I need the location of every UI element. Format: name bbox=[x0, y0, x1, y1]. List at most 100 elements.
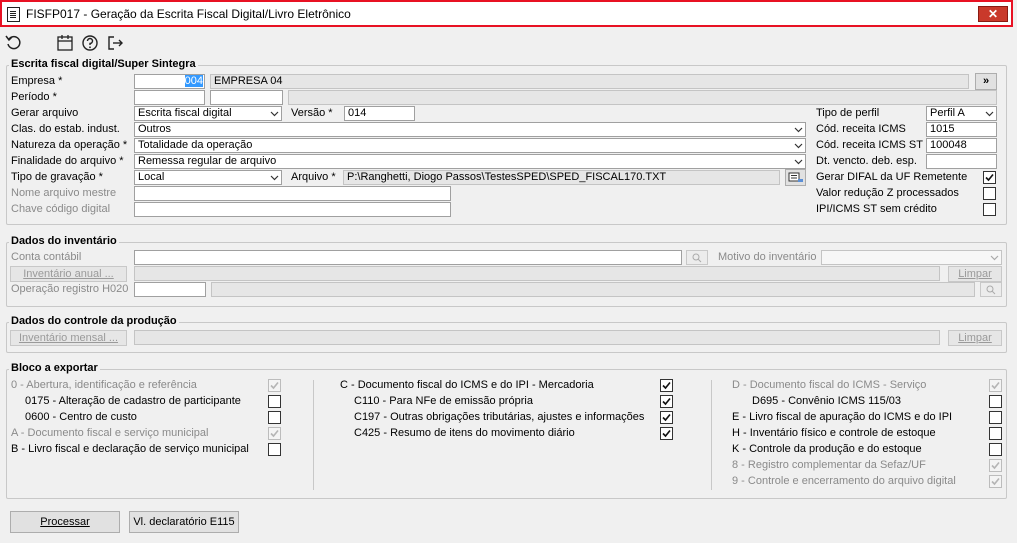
arquivo-path-field[interactable]: P:\Ranghetti, Diogo Passos\TestesSPED\SP… bbox=[343, 170, 780, 185]
bloco-item-checkbox[interactable] bbox=[268, 427, 281, 440]
inventario-anual-button[interactable]: Inventário anual ... bbox=[10, 266, 127, 282]
chave-codigo-label: Chave código digital bbox=[11, 203, 111, 215]
e115-label: Vl. declaratório E115 bbox=[133, 516, 235, 528]
close-button[interactable]: ✕ bbox=[978, 6, 1008, 22]
tipo-gravacao-label: Tipo de gravação * bbox=[11, 171, 103, 183]
gerar-arquivo-value: Escrita fiscal digital bbox=[138, 107, 232, 119]
bloco-item-checkbox[interactable] bbox=[660, 411, 673, 424]
column-divider bbox=[711, 380, 712, 490]
reducao-z-label: Valor redução Z processados bbox=[816, 187, 959, 199]
bloco-item-label: H - Inventário físico e controle de esto… bbox=[732, 427, 936, 439]
bloco-item-label: 0175 - Alteração de cadastro de particip… bbox=[25, 395, 241, 407]
periodo-end-input[interactable] bbox=[210, 90, 283, 105]
conta-contabil-search-button[interactable] bbox=[686, 250, 708, 265]
periodo-start-input[interactable] bbox=[134, 90, 205, 105]
ipi-icms-st-label: IPI/ICMS ST sem crédito bbox=[816, 203, 937, 215]
bloco-item-label: C110 - Para NFe de emissão própria bbox=[354, 395, 533, 407]
checkmark-icon bbox=[270, 381, 279, 390]
cod-receita-icms-st-label: Cód. receita ICMS ST bbox=[816, 139, 923, 151]
bloco-item-checkbox[interactable] bbox=[660, 395, 673, 408]
chevron-down-icon bbox=[985, 111, 994, 117]
processar-button[interactable]: Processar bbox=[10, 511, 120, 533]
clas-estab-select[interactable]: Outros bbox=[134, 122, 806, 137]
exit-icon[interactable] bbox=[105, 33, 125, 53]
producao-title: Dados do controle da produção bbox=[9, 315, 179, 327]
calendar-icon[interactable] bbox=[55, 33, 75, 53]
inventario-limpar-button[interactable]: Limpar bbox=[948, 266, 1002, 282]
tipo-perfil-value: Perfil A bbox=[930, 107, 965, 119]
escrita-fiscal-title: Escrita fiscal digital/Super Sintegra bbox=[9, 58, 198, 70]
clas-estab-label: Clas. do estab. indust. bbox=[11, 123, 120, 135]
cod-receita-icms-input[interactable]: 1015 bbox=[926, 122, 997, 137]
tipo-gravacao-value: Local bbox=[138, 171, 165, 183]
empresa-more-button[interactable]: » bbox=[975, 73, 997, 90]
bloco-item-label: A - Documento fiscal e serviço municipal bbox=[11, 427, 209, 439]
checkmark-icon bbox=[991, 477, 1000, 486]
difal-checkbox[interactable] bbox=[983, 171, 996, 184]
conta-contabil-input[interactable] bbox=[134, 250, 682, 265]
bloco-item-checkbox[interactable] bbox=[989, 395, 1002, 408]
bloco-item-checkbox[interactable] bbox=[268, 379, 281, 392]
e115-button[interactable]: Vl. declaratório E115 bbox=[129, 511, 239, 533]
motivo-inventario-select[interactable] bbox=[821, 250, 1002, 265]
bloco-item-checkbox[interactable] bbox=[989, 443, 1002, 456]
versao-input[interactable]: 014 bbox=[344, 106, 415, 121]
reducao-z-checkbox[interactable] bbox=[983, 187, 996, 200]
toolbar bbox=[0, 29, 1010, 57]
producao-limpar-label: Limpar bbox=[958, 332, 992, 344]
bloco-item-checkbox[interactable] bbox=[989, 411, 1002, 424]
bloco-exportar-title: Bloco a exportar bbox=[9, 362, 100, 374]
periodo-label: Período * bbox=[11, 91, 57, 103]
bloco-item-checkbox[interactable] bbox=[660, 427, 673, 440]
bloco-item-label: C - Documento fiscal do ICMS e do IPI - … bbox=[340, 379, 594, 391]
gerar-arquivo-select[interactable]: Escrita fiscal digital bbox=[134, 106, 282, 121]
close-icon: ✕ bbox=[987, 7, 999, 21]
producao-limpar-button[interactable]: Limpar bbox=[948, 330, 1002, 346]
refresh-icon[interactable] bbox=[4, 33, 24, 53]
operacao-h020-description bbox=[211, 282, 975, 297]
empresa-code-input[interactable]: 004 bbox=[134, 74, 205, 89]
chevron-down-icon bbox=[794, 127, 803, 133]
chave-codigo-input[interactable] bbox=[134, 202, 451, 217]
bloco-item-checkbox[interactable] bbox=[989, 459, 1002, 472]
bloco-item-label: C425 - Resumo de itens do movimento diár… bbox=[354, 427, 575, 439]
bloco-item-checkbox[interactable] bbox=[989, 427, 1002, 440]
operacao-h020-code-input[interactable] bbox=[134, 282, 206, 297]
bloco-item-checkbox[interactable] bbox=[268, 395, 281, 408]
nome-arquivo-mestre-input[interactable] bbox=[134, 186, 451, 201]
bloco-item-checkbox[interactable] bbox=[660, 379, 673, 392]
nome-arquivo-mestre-label: Nome arquivo mestre bbox=[11, 187, 117, 199]
cod-receita-icms-st-input[interactable]: 100048 bbox=[926, 138, 997, 153]
tipo-perfil-label: Tipo de perfil bbox=[816, 107, 880, 119]
processar-label: Processar bbox=[40, 516, 90, 528]
empresa-label: Empresa * bbox=[11, 75, 63, 87]
chevron-down-icon bbox=[794, 159, 803, 165]
dt-vencto-input[interactable] bbox=[926, 154, 997, 169]
inventario-title: Dados do inventário bbox=[9, 235, 119, 247]
inventario-mensal-button[interactable]: Inventário mensal ... bbox=[10, 330, 127, 346]
bloco-item-checkbox[interactable] bbox=[989, 379, 1002, 392]
difal-label: Gerar DIFAL da UF Remetente bbox=[816, 171, 968, 183]
inventario-anual-label: Inventário anual ... bbox=[23, 268, 114, 280]
browse-file-button[interactable] bbox=[785, 169, 806, 186]
tipo-gravacao-select[interactable]: Local bbox=[134, 170, 282, 185]
gerar-arquivo-label: Gerar arquivo bbox=[11, 107, 79, 119]
help-icon[interactable] bbox=[80, 33, 100, 53]
bloco-item-checkbox[interactable] bbox=[268, 443, 281, 456]
finalidade-select[interactable]: Remessa regular de arquivo bbox=[134, 154, 806, 169]
finalidade-value: Remessa regular de arquivo bbox=[138, 155, 277, 167]
arquivo-label: Arquivo * bbox=[291, 171, 336, 183]
bloco-item-checkbox[interactable] bbox=[268, 411, 281, 424]
natureza-select[interactable]: Totalidade da operação bbox=[134, 138, 806, 153]
folder-browse-icon bbox=[788, 172, 803, 182]
bloco-item-label: 8 - Registro complementar da Sefaz/UF bbox=[732, 459, 926, 471]
tipo-perfil-select[interactable]: Perfil A bbox=[926, 106, 997, 121]
bloco-item-checkbox[interactable] bbox=[989, 475, 1002, 488]
ipi-icms-st-checkbox[interactable] bbox=[983, 203, 996, 216]
dt-vencto-label: Dt. vencto. deb. esp. bbox=[816, 155, 917, 167]
natureza-value: Totalidade da operação bbox=[138, 139, 253, 151]
window-title: FISFP017 - Geração da Escrita Fiscal Dig… bbox=[26, 7, 351, 21]
operacao-h020-search-button[interactable] bbox=[980, 282, 1002, 297]
empresa-code-selection: 004 bbox=[184, 75, 203, 87]
checkmark-icon bbox=[991, 381, 1000, 390]
